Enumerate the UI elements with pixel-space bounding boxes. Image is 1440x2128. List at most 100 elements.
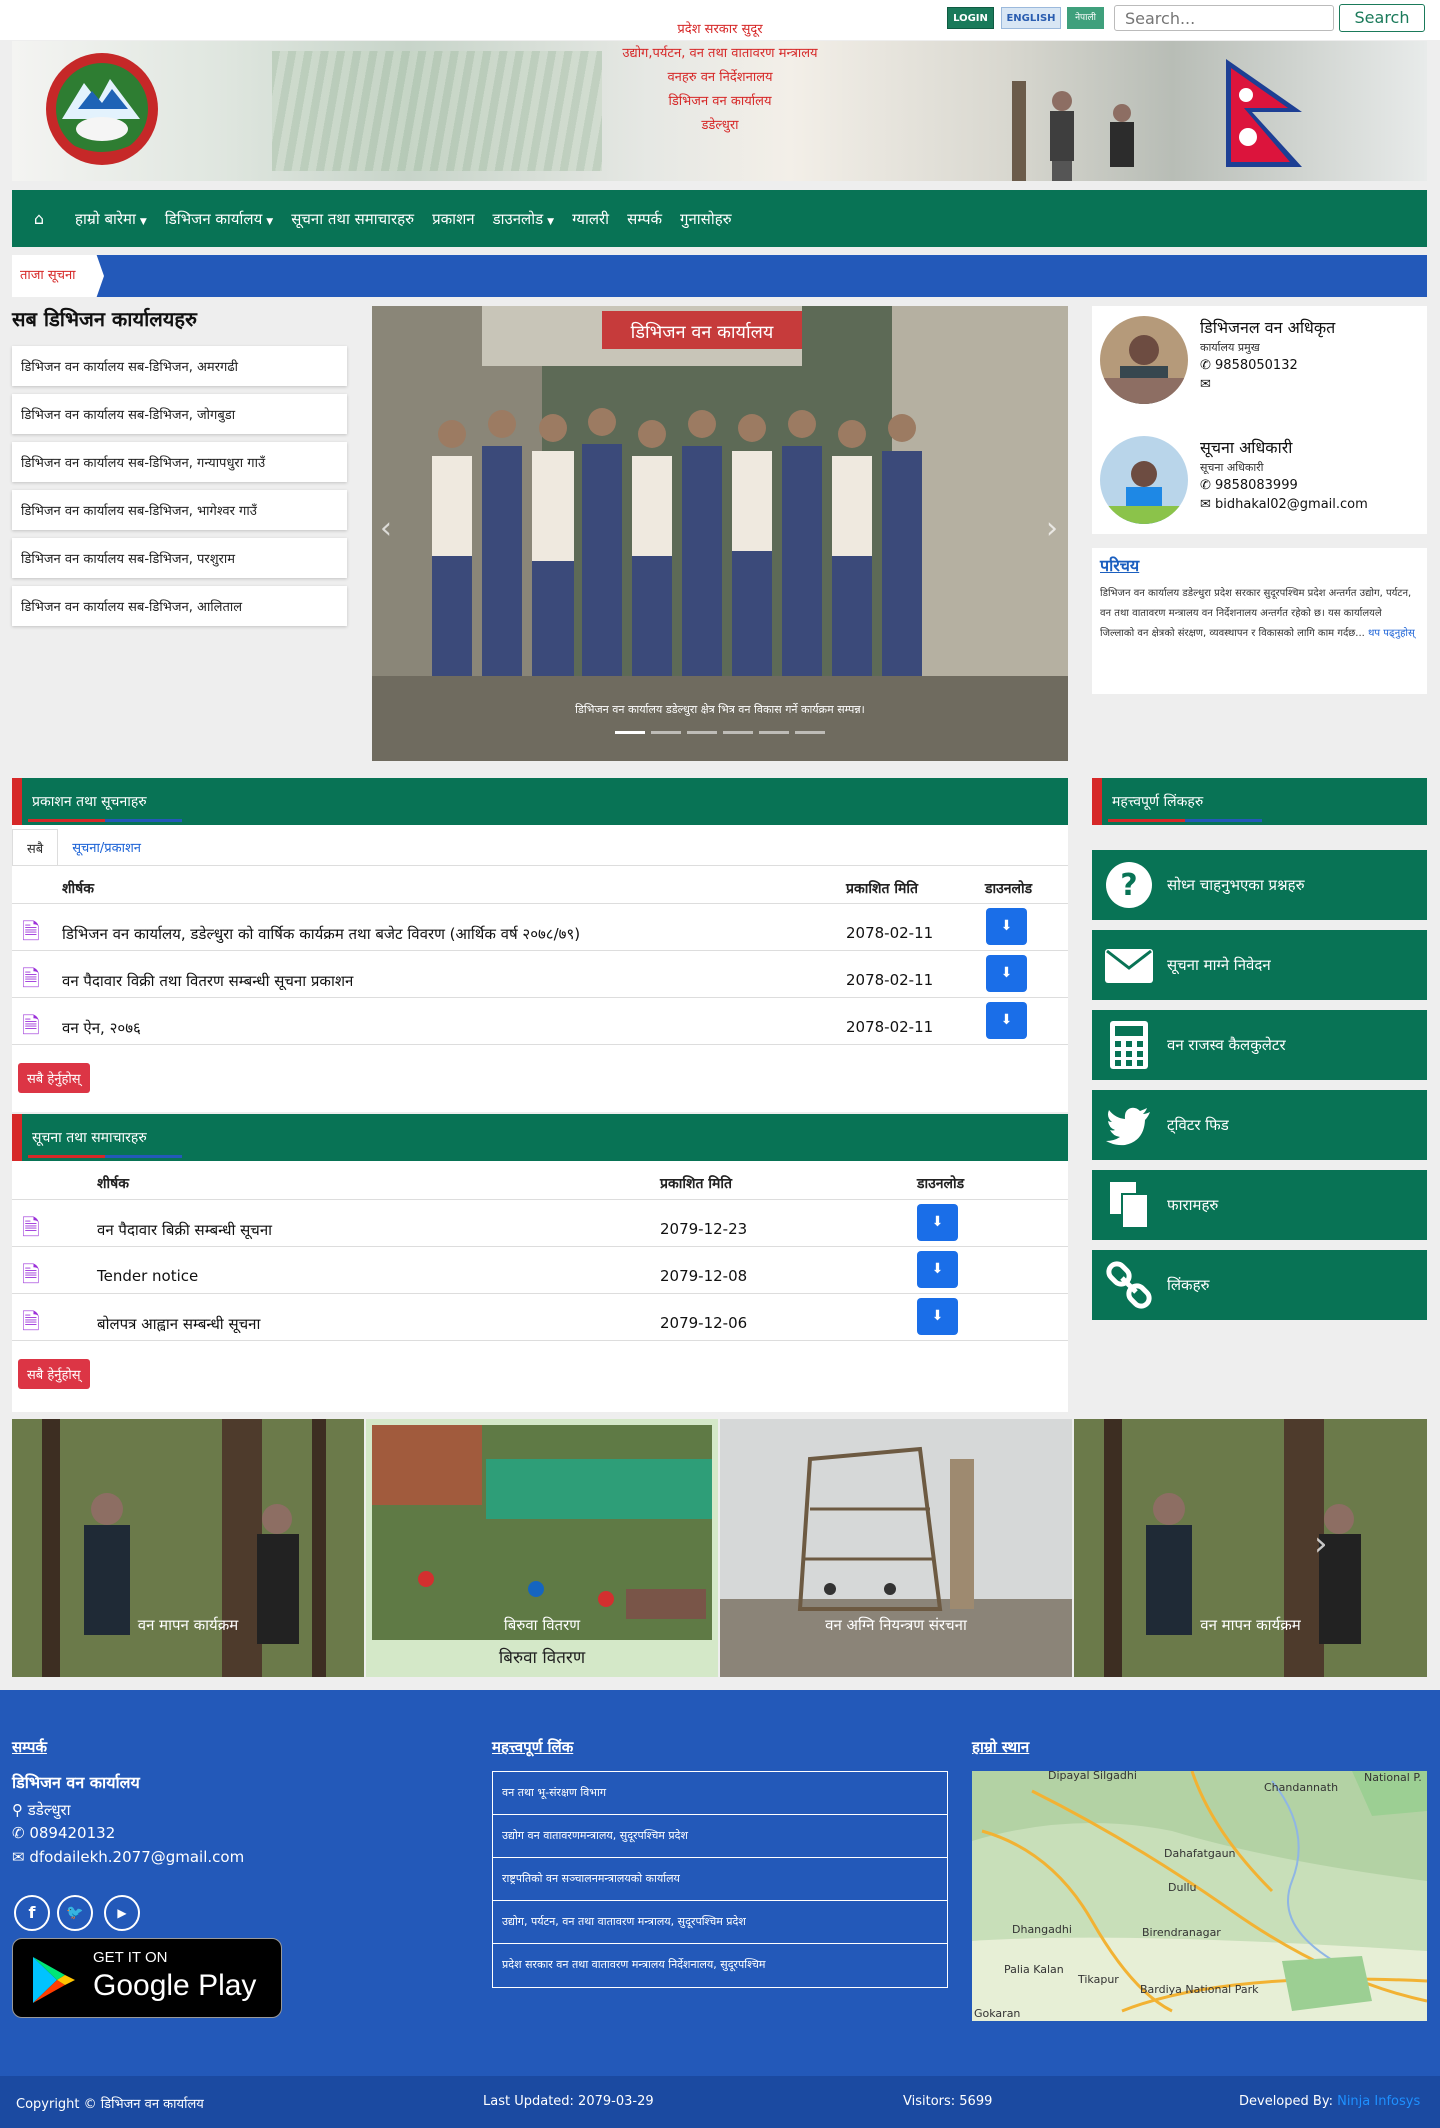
location-map[interactable]: Dipayal Silgadhi Chandannath National P.… [972,1771,1427,2021]
divider [12,865,1068,866]
developer-link[interactable]: Ninja Infosys [1337,2094,1420,2109]
carousel-indicator[interactable] [795,731,825,734]
footer-email[interactable]: ✉ dfodailekh.2077@gmail.com [12,1848,244,1866]
forms-link[interactable]: फारामहरु [1092,1170,1427,1240]
publication-title[interactable]: वन पैदावार विक्री तथा वितरण सम्बन्धी सूच… [62,971,353,991]
gallery-image [1074,1419,1427,1677]
document-icon: 🗎 [22,967,40,992]
phone-number: 9858050132 [1215,358,1298,373]
view-all-button[interactable]: सबै हेर्नुहोस् [18,1063,90,1093]
banner-title: प्रदेश सरकार सुदूर उद्योग,पर्यटन, वन तथा… [530,18,910,138]
twitter-icon[interactable]: 🐦 [57,1895,93,1931]
office-link[interactable]: डिभिजन वन कार्यालय सब-डिभिजन, आलिताल [12,586,347,626]
link-label: वन राजस्व कैलकुलेटर [1167,1036,1286,1054]
facebook-icon[interactable]: f [14,1895,50,1931]
publication-title[interactable]: डिभिजन वन कार्यालय, डडेल्धुरा को वार्षिक… [62,924,580,944]
nav-item-news[interactable]: सूचना तथा समाचारहरु [282,209,423,229]
info-request-link[interactable]: सूचना माग्ने निवेदन [1092,930,1427,1000]
office-link[interactable]: डिभिजन वन कार्यालय सब-डिभिजन, परशुराम [12,538,347,578]
footer-map-title: हाम्रो स्थान [972,1738,1030,1756]
twitter-feed-link[interactable]: ट्विटर फिड [1092,1090,1427,1160]
footer-link[interactable]: उद्योग, पर्यटन, वन तथा वातावरण मन्त्रालय… [493,1901,947,1944]
nav-item-download[interactable]: डाउनलोड ▼ [484,209,563,229]
carousel-next-icon[interactable]: › [1046,511,1058,546]
news-title[interactable]: Tender notice [97,1267,198,1285]
carousel-indicator[interactable] [723,731,753,734]
tab-all[interactable]: सबै [12,829,59,866]
search-button[interactable]: Search [1339,4,1425,32]
copy-icon [1110,1182,1149,1229]
english-language-button[interactable]: ENGLISH [1001,7,1061,29]
footer-link[interactable]: राष्ट्रपतिको वन सञ्चालनमन्त्रालयको कार्य… [493,1858,947,1901]
faq-link[interactable]: ? सोध्न चाहनुभएका प्रश्नहरु [1092,850,1427,920]
office-link[interactable]: डिभिजन वन कार्यालय सब-डिभिजन, गन्यापधुरा… [12,442,347,482]
gallery-next-icon[interactable]: › [1314,1524,1328,1564]
calculator-link[interactable]: वन राजस्व कैलकुलेटर [1092,1010,1427,1080]
gallery-item[interactable]: वन मापन कार्यक्रम [12,1419,364,1677]
about-body: डिभिजन वन कार्यालय डडेल्धुरा प्रदेश सरका… [1100,584,1418,644]
links-link[interactable]: लिंकहरु [1092,1250,1427,1320]
download-button[interactable]: ⬇ [917,1298,958,1335]
download-button[interactable]: ⬇ [986,1002,1027,1039]
gallery-item[interactable]: वन अग्नि नियन्त्रण संरचना [720,1419,1072,1677]
carousel-indicator[interactable] [759,731,789,734]
news-title[interactable]: बोलपत्र आह्वान सम्बन्धी सूचना [97,1314,260,1334]
nav-item-about[interactable]: हाम्रो बारेमा ▼ [66,209,156,229]
footer-link[interactable]: वन तथा भू-संरक्षण विभाग [493,1772,947,1815]
nav-item-contact[interactable]: सम्पर्क [618,209,671,229]
avatar [1100,316,1188,404]
tab-notice-publication[interactable]: सूचना/प्रकाशन [58,829,155,866]
link-label: सोध्न चाहनुभएका प्रश्नहरु [1167,876,1305,894]
phone-icon: ✆ [12,1824,30,1842]
download-button[interactable]: ⬇ [917,1251,958,1288]
download-button[interactable]: ⬇ [986,955,1027,992]
staff-email: ✉ [1200,377,1211,392]
carousel-indicator[interactable] [615,731,645,734]
map-label: Palia Kalan [1004,1963,1064,1976]
map-label: Birendranagar [1142,1926,1221,1939]
office-link[interactable]: डिभिजन वन कार्यालय सब-डिभिजन, जोगबुडा [12,394,347,434]
news-header: सूचना तथा समाचारहरु [12,1114,1068,1161]
carousel-indicator[interactable] [687,731,717,734]
phone-number: 089420132 [29,1824,116,1842]
phone-number: 9858083999 [1215,478,1298,493]
developed-by: Developed By: Ninja Infosys [1239,2094,1420,2109]
column-header-download: डाउनलोड [917,1176,965,1192]
search-input[interactable] [1114,5,1334,31]
news-title[interactable]: वन पैदावार बिक्री सम्बन्धी सूचना [97,1220,272,1240]
phone-icon: ✆ [1200,478,1216,493]
ticker-label: ताजा सूचना [12,255,104,297]
map-label: Dipayal Silgadhi [1048,1771,1137,1782]
staff-email[interactable]: ✉ bidhakal02@gmail.com [1200,497,1368,512]
nepal-emblem-icon [46,53,158,165]
photo-carousel[interactable]: डिभिजन वन कार्यालय ‹ › डिभिजन वन कार्याल… [372,306,1068,761]
login-button[interactable]: LOGIN [947,7,994,29]
gallery-overlay-text: बिरुवा वितरण [498,1648,586,1668]
footer-link[interactable]: प्रदेश सरकार वन तथा वातावरण मन्त्रालय नि… [493,1944,947,1987]
nav-item-offices[interactable]: डिभिजन कार्यालय ▼ [156,209,282,229]
view-all-button[interactable]: सबै हेर्नुहोस् [18,1359,90,1389]
nepali-language-button[interactable]: नेपाली [1067,7,1104,29]
youtube-icon[interactable]: ▶ [104,1895,140,1931]
banner-people-photo [1012,81,1134,181]
gallery-item[interactable]: वन मापन कार्यक्रम › [1074,1419,1427,1677]
staff-role: कार्यालय प्रमुख [1200,341,1260,354]
office-link[interactable]: डिभिजन वन कार्यालय सब-डिभिजन, अमरगढी [12,346,347,386]
read-more-link[interactable]: थप पढ्नुहोस् [1368,628,1415,639]
gallery-item[interactable]: बिरुवा वितरण बिरुवा वितरण [366,1419,718,1677]
carousel-indicator[interactable] [651,731,681,734]
carousel-caption: डिभिजन वन कार्यालय डडेल्धुरा क्षेत्र भित… [575,703,865,716]
footer-link[interactable]: उद्योग वन वातावरणमन्त्रालय, सुदूरपश्चिम … [493,1815,947,1858]
nav-item-publications[interactable]: प्रकाशन [423,209,483,229]
download-icon: ⬇ [931,1261,944,1277]
nav-item-complaints[interactable]: गुनासोहरु [671,209,741,229]
download-button[interactable]: ⬇ [917,1204,958,1241]
home-icon[interactable]: ⌂ [12,209,66,228]
download-button[interactable]: ⬇ [986,908,1027,945]
office-link[interactable]: डिभिजन वन कार्यालय सब-डिभिजन, भागेश्वर ग… [12,490,347,530]
google-play-badge[interactable]: GET IT ON Google Play [12,1938,282,2018]
carousel-prev-icon[interactable]: ‹ [380,511,392,546]
nav-item-gallery[interactable]: ग्यालरी [563,209,618,229]
publication-title[interactable]: वन ऐन, २०७६ [62,1018,141,1038]
about-text: डिभिजन वन कार्यालय डडेल्धुरा प्रदेश सरका… [1100,588,1412,639]
